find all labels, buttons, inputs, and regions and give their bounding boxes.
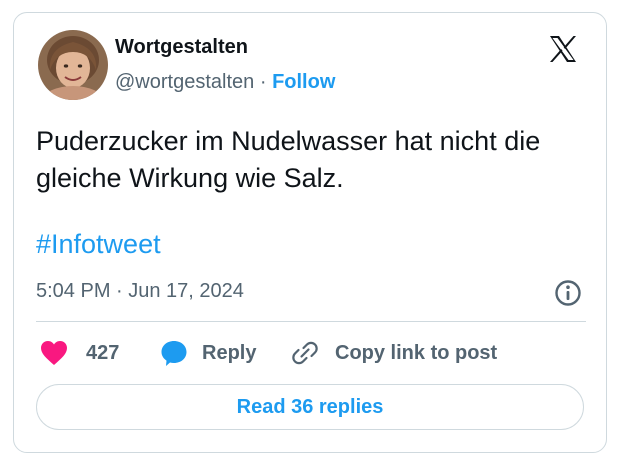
reply-button[interactable]: Reply [160, 338, 256, 368]
tweet-text: Puderzucker im Nudelwasser hat nicht die… [36, 126, 541, 193]
copy-link-button[interactable]: Copy link to post [291, 338, 497, 368]
author-display-name[interactable]: Wortgestalten [115, 36, 248, 59]
read-replies-button[interactable]: Read 36 replies [36, 384, 584, 430]
author-handle[interactable]: @wortgestalten [115, 71, 254, 93]
follow-button[interactable]: Follow [272, 71, 335, 93]
hashtag-link[interactable]: #Infotweet [36, 229, 161, 260]
like-button[interactable]: 427 [40, 338, 119, 368]
author-avatar[interactable] [38, 30, 108, 100]
link-icon [291, 339, 319, 367]
action-divider [36, 321, 586, 322]
tweet-timestamp[interactable]: 5:04 PM · Jun 17, 2024 [36, 280, 244, 303]
handle-separator: · [259, 71, 267, 93]
author-handle-line: @wortgestalten · Follow [115, 71, 335, 94]
avatar-photo [38, 30, 108, 100]
reply-label: Reply [202, 341, 257, 364]
heart-icon [40, 340, 68, 366]
like-count: 427 [86, 341, 120, 364]
x-logo-icon[interactable] [548, 34, 578, 64]
info-icon[interactable] [554, 279, 582, 307]
copy-link-label: Copy link to post [335, 341, 498, 364]
speech-bubble-icon [160, 339, 188, 367]
tweet-card: Wortgestalten @wortgestalten · Follow Pu… [13, 12, 607, 453]
